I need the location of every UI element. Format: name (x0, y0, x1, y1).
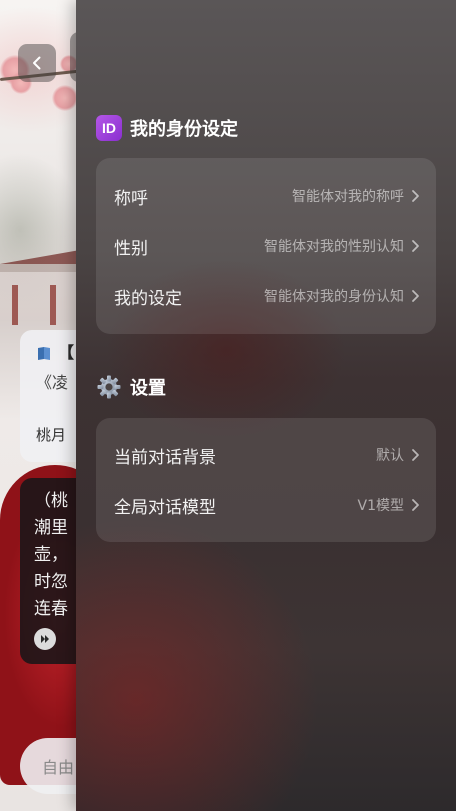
pavilion-pillar (12, 285, 18, 325)
play-audio-icon[interactable] (34, 628, 56, 650)
row-my-profile[interactable]: 我的设定 智能体对我的身份认知 (96, 271, 436, 321)
chevron-left-icon (33, 56, 41, 70)
chevron-right-icon (412, 449, 419, 461)
settings-section-title: 设置 (130, 378, 166, 399)
identity-settings-group: 称呼 智能体对我的称呼 性别 智能体对我的性别认知 我的设定 智能体对我的身份认… (96, 158, 436, 334)
row-chat-background[interactable]: 当前对话背景 默认 (96, 430, 436, 480)
chevron-right-icon (412, 190, 419, 202)
story-card-title: 【 (58, 343, 75, 362)
general-settings-group: 当前对话背景 默认 全局对话模型 V1模型 (96, 418, 436, 542)
row-value: 智能体对我的性别认知 (264, 239, 404, 255)
book-icon (38, 347, 50, 360)
id-icon: ID (96, 115, 122, 141)
row-label: 称呼 (114, 188, 148, 209)
row-value: 智能体对我的身份认知 (264, 289, 404, 305)
story-card-author: 桃月 (36, 426, 67, 444)
chevron-right-icon (412, 240, 419, 252)
row-label: 当前对话背景 (114, 447, 216, 468)
row-label: 全局对话模型 (114, 497, 216, 518)
back-button[interactable] (18, 44, 56, 82)
blossom-decoration (52, 85, 78, 111)
gear-icon (97, 375, 121, 399)
identity-section-header: ID 我的身份设定 (96, 114, 238, 142)
row-label: 性别 (114, 238, 148, 259)
chat-input-placeholder: 自由 (42, 758, 75, 777)
pavilion-pillar (50, 285, 56, 325)
row-label: 我的设定 (114, 288, 182, 309)
identity-section-title: 我的身份设定 (130, 119, 238, 140)
settings-drawer: ID 我的身份设定 称呼 智能体对我的称呼 性别 智能体对我的性别认知 我的设定 (76, 0, 456, 811)
row-value: V1模型 (357, 498, 404, 514)
chevron-right-icon (412, 499, 419, 511)
row-nickname[interactable]: 称呼 智能体对我的称呼 (96, 171, 436, 221)
row-value: 默认 (376, 448, 404, 464)
chevron-right-icon (412, 290, 419, 302)
story-card-subtitle: 《凌 (36, 373, 69, 392)
row-global-model[interactable]: 全局对话模型 V1模型 (96, 480, 436, 530)
row-gender[interactable]: 性别 智能体对我的性别认知 (96, 221, 436, 271)
settings-section-header: 设置 (96, 373, 166, 401)
row-value: 智能体对我的称呼 (292, 189, 404, 205)
